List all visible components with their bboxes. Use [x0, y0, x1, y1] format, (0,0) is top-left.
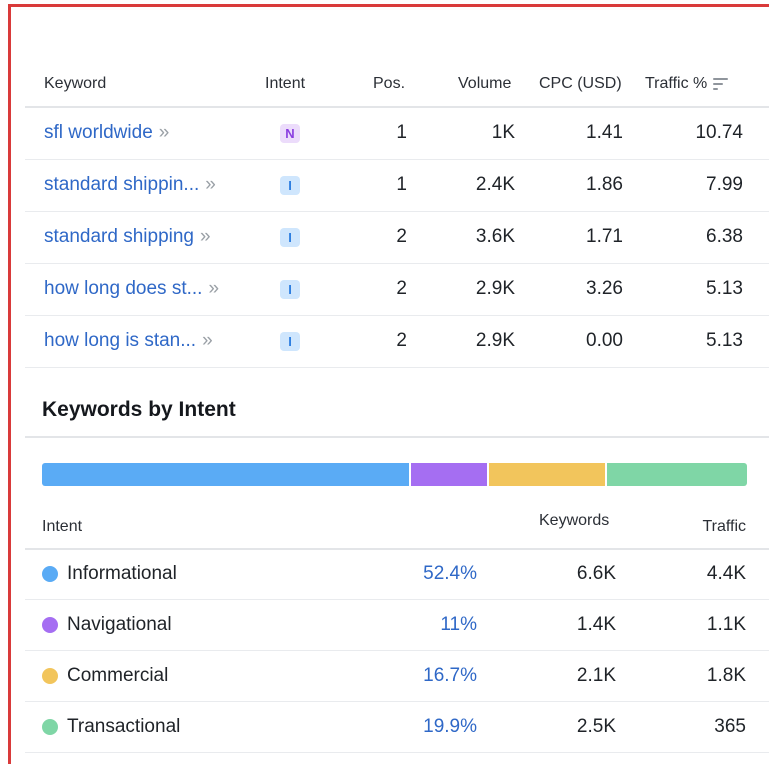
column-header-keyword[interactable]: Keyword	[44, 62, 284, 106]
column-header-volume[interactable]: Volume	[458, 62, 548, 106]
intent-cell: I	[265, 159, 315, 211]
intent-keywords-cell: 2.5K	[576, 716, 616, 737]
intent-traffic-cell: 365	[714, 716, 746, 737]
column-header-traffic-count: Traffic	[702, 518, 746, 535]
keyword-link[interactable]: how long is stan...	[44, 330, 196, 352]
intent-badge: N	[280, 123, 300, 143]
intent-badge: I	[280, 279, 300, 299]
intent-bar-segment-informational[interactable]	[42, 463, 412, 486]
cpc-cell: 3.26	[586, 278, 623, 299]
intent-color-dot-icon	[42, 566, 58, 582]
column-header-intent-name: Intent	[42, 518, 83, 535]
table-row: how long is stan... » I 2 2.9K 0.00 5.13	[25, 315, 769, 368]
double-chevron-right-icon[interactable]: »	[202, 330, 212, 352]
keywords-table-header: Keyword Intent Pos. Volume CPC (USD) Tra…	[25, 62, 769, 108]
volume-cell: 3.6K	[475, 226, 515, 247]
table-row: how long does st... » I 2 2.9K 3.26 5.13	[25, 263, 769, 316]
intent-cell: I	[265, 211, 315, 263]
intent-traffic-cell: 1.8K	[706, 665, 746, 686]
intent-bar-segment-commercial[interactable]	[488, 463, 607, 486]
table-row: standard shippin... » I 1 2.4K 1.86 7.99	[25, 159, 769, 212]
cpc-cell: 1.86	[586, 174, 623, 195]
keyword-link[interactable]: standard shipping	[44, 226, 194, 248]
column-header-intent[interactable]: Intent	[265, 62, 315, 106]
keyword-cell: standard shipping »	[44, 211, 284, 263]
volume-cell: 2.9K	[475, 278, 515, 299]
keyword-cell: how long is stan... »	[44, 315, 284, 367]
intent-bar-segment-navigational[interactable]	[411, 463, 489, 486]
intent-row-navigational: Navigational 11% 1.4K 1.1K	[25, 600, 769, 651]
cpc-cell: 1.71	[586, 226, 623, 247]
column-header-keywords: Keywords	[539, 512, 610, 529]
keyword-link[interactable]: how long does st...	[44, 278, 202, 300]
keyword-cell: sfl worldwide »	[44, 107, 284, 159]
intent-cell: N	[265, 107, 315, 159]
intent-share-link[interactable]: 11%	[355, 600, 477, 650]
intent-badge: I	[280, 227, 300, 247]
intent-keywords-cell: 6.6K	[576, 563, 616, 584]
table-row: sfl worldwide » N 1 1K 1.41 10.74	[25, 107, 769, 160]
column-header-traffic[interactable]: Traffic %	[645, 62, 753, 106]
column-header-pos[interactable]: Pos.	[373, 62, 425, 106]
intent-distribution-bar	[42, 463, 747, 486]
cpc-cell: 0.00	[586, 330, 623, 351]
position-cell: 1	[396, 174, 407, 195]
keyword-link[interactable]: standard shippin...	[44, 174, 199, 196]
intent-traffic-cell: 1.1K	[706, 614, 746, 635]
intent-table-header: Intent Keywords Traffic	[25, 506, 769, 550]
intent-keywords-cell: 1.4K	[576, 614, 616, 635]
sort-descending-icon[interactable]	[713, 78, 729, 90]
keyword-cell: standard shippin... »	[44, 159, 284, 211]
volume-cell: 1K	[491, 122, 515, 143]
intent-cell: I	[265, 263, 315, 315]
volume-cell: 2.4K	[475, 174, 515, 195]
intent-row-transactional: Transactional 19.9% 2.5K 365	[25, 702, 769, 753]
traffic-cell: 6.38	[706, 226, 743, 247]
cpc-cell: 1.41	[586, 122, 623, 143]
intent-name-cell: Transactional	[42, 702, 342, 752]
intent-share-link[interactable]: 16.7%	[355, 651, 477, 701]
traffic-cell: 5.13	[706, 330, 743, 351]
intent-name-cell: Commercial	[42, 651, 342, 701]
intent-bar-segment-transactional[interactable]	[606, 463, 747, 486]
volume-cell: 2.9K	[475, 330, 515, 351]
intent-row-commercial: Commercial 16.7% 2.1K 1.8K	[25, 651, 769, 702]
intent-traffic-cell: 4.4K	[706, 563, 746, 584]
double-chevron-right-icon[interactable]: »	[159, 122, 169, 144]
intent-badge: I	[280, 331, 300, 351]
intent-name-cell: Navigational	[42, 600, 342, 650]
intent-row-informational: Informational 52.4% 6.6K 4.4K	[25, 549, 769, 600]
position-cell: 2	[396, 278, 407, 299]
keyword-link[interactable]: sfl worldwide	[44, 122, 153, 144]
divider	[25, 436, 769, 438]
double-chevron-right-icon[interactable]: »	[205, 174, 215, 196]
intent-share-link[interactable]: 19.9%	[355, 702, 477, 752]
position-cell: 1	[396, 122, 407, 143]
intent-keywords-cell: 2.1K	[576, 665, 616, 686]
position-cell: 2	[396, 226, 407, 247]
intent-color-dot-icon	[42, 668, 58, 684]
double-chevron-right-icon[interactable]: »	[200, 226, 210, 248]
intent-color-dot-icon	[42, 719, 58, 735]
column-header-cpc[interactable]: CPC (USD)	[539, 62, 632, 106]
intent-badge: I	[280, 175, 300, 195]
traffic-cell: 10.74	[695, 122, 743, 143]
intent-color-dot-icon	[42, 617, 58, 633]
position-cell: 2	[396, 330, 407, 351]
intent-share-link[interactable]: 52.4%	[355, 549, 477, 599]
intent-cell: I	[265, 315, 315, 367]
double-chevron-right-icon[interactable]: »	[208, 278, 218, 300]
intent-name-cell: Informational	[42, 549, 342, 599]
section-title-keywords-by-intent: Keywords by Intent	[42, 398, 236, 421]
traffic-cell: 5.13	[706, 278, 743, 299]
traffic-cell: 7.99	[706, 174, 743, 195]
table-row: standard shipping » I 2 3.6K 1.71 6.38	[25, 211, 769, 264]
keyword-cell: how long does st... »	[44, 263, 284, 315]
keywords-panel: Keyword Intent Pos. Volume CPC (USD) Tra…	[25, 0, 769, 753]
